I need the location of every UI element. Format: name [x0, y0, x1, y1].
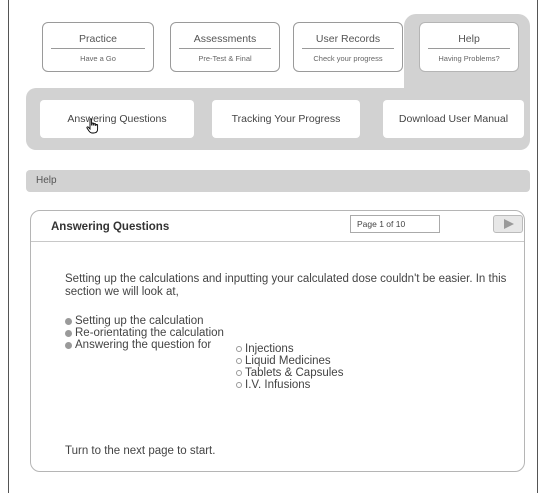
nav-user-records-button[interactable]: User Records Check your progress	[293, 22, 403, 72]
panel-title: Answering Questions	[51, 221, 170, 233]
subnav-answering-questions-button[interactable]: Answering Questions	[40, 100, 194, 138]
list-item: I.V. Infusions	[236, 379, 343, 391]
next-page-button[interactable]	[493, 215, 523, 233]
page-indicator: Page 1 of 10	[350, 215, 440, 233]
nav-assessments-subtitle: Pre-Test & Final	[198, 54, 252, 63]
list-item: Injections	[236, 343, 343, 355]
nav-practice-subtitle: Have a Go	[80, 54, 116, 63]
subnav-tracking-progress-button[interactable]: Tracking Your Progress	[212, 100, 360, 138]
nav-user-records-label: User Records	[315, 33, 381, 45]
nav-assessments-button[interactable]: Assessments Pre-Test & Final	[170, 22, 280, 72]
nav-help-button[interactable]: Help Having Problems?	[419, 22, 519, 72]
subnav-download-manual-button[interactable]: Download User Manual	[383, 100, 524, 138]
content-panel: Answering Questions Page 1 of 10 Setting…	[30, 210, 525, 472]
topic-list: Setting up the calculation Re-orientatin…	[65, 315, 224, 351]
intro-text: Setting up the calculations and inputtin…	[65, 273, 507, 298]
list-item: Setting up the calculation	[65, 315, 224, 327]
play-arrow-icon	[504, 219, 514, 229]
nav-practice-button[interactable]: Practice Have a Go	[42, 22, 154, 72]
list-item: Re-orientating the calculation	[65, 327, 224, 339]
outro-text: Turn to the next page to start.	[65, 445, 216, 457]
list-item: Answering the question for	[65, 339, 224, 351]
list-item: Tablets & Capsules	[236, 367, 343, 379]
question-type-list: Injections Liquid Medicines Tablets & Ca…	[236, 343, 343, 391]
panel-divider	[31, 241, 524, 242]
nav-help-label: Help	[458, 33, 480, 45]
nav-assessments-label: Assessments	[193, 33, 257, 45]
hand-pointer-icon	[86, 118, 99, 134]
list-item: Liquid Medicines	[236, 355, 343, 367]
breadcrumb: Help	[26, 170, 530, 192]
nav-practice-label: Practice	[79, 33, 117, 45]
nav-user-records-subtitle: Check your progress	[313, 54, 383, 63]
nav-help-subtitle: Having Problems?	[438, 54, 500, 63]
